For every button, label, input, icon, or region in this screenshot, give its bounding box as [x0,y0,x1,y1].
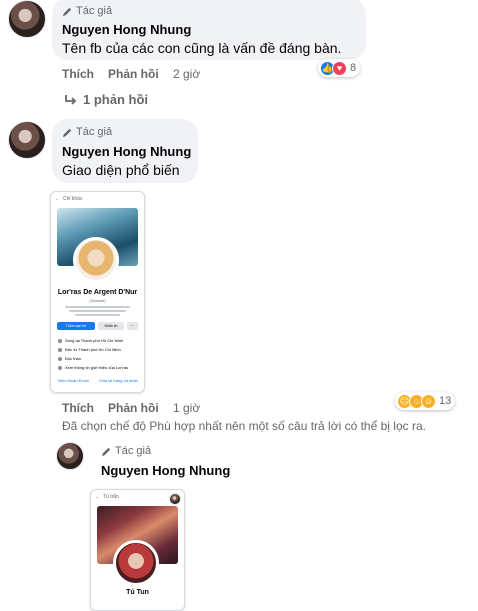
filter-notice: Đã chọn chế độ Phù hợp nhất nên một số c… [62,419,426,433]
comment-text: Tên fb của các con cũng là vấn đề đáng b… [62,40,342,56]
reaction-summary[interactable]: 👍 ♥ 8 [318,59,361,77]
reply-arrow-icon [65,94,77,105]
more-info-icon [58,365,62,370]
reaction-count: 8 [350,62,357,74]
comment-text: Giao diện phổ biến [62,162,180,178]
pen-icon [62,7,72,16]
profile-name: Tú Tun [126,589,149,596]
commenter-name[interactable]: Nguyen Hong Nhung [101,463,230,478]
reaction-count: 13 [439,395,452,407]
comment-time[interactable]: 1 giờ [173,401,200,415]
profile-picture [113,540,159,586]
info-row: Nhìn thuận Email Chia sẻ trang cá nhân [58,378,138,383]
back-arrow-icon: ← [55,196,60,202]
more-button: ··· [127,322,138,330]
love-icon: ♥ [332,60,347,76]
bio-line [65,306,130,308]
haha-icon: ☺ [421,393,436,409]
home-icon [58,338,62,343]
reaction-summary[interactable]: ☹ ○ ☺ 13 [395,392,456,410]
profile-picture [73,237,119,283]
commenter-avatar[interactable] [8,0,46,38]
info-row: Xem thông tin giới thiệu của Lor'ras [58,365,128,370]
bio-line [69,310,126,312]
like-button[interactable]: Thích [62,67,94,81]
profile-nickname: (Samuel) [89,298,106,303]
attached-image[interactable]: ← Chỉ khác Lor'ras De Argent D'Nur (Samu… [50,191,145,393]
commenter-name[interactable]: Nguyen Hong Nhung [62,22,191,37]
location-icon [58,347,62,352]
info-row: Đến từ Thành phố Hồ Chí Minh [58,347,121,352]
author-badge: Tác giả [62,126,112,138]
heart-icon [58,356,62,361]
comment-time[interactable]: 2 giờ [173,67,200,81]
back-arrow-icon: ← [95,494,100,500]
commenter-avatar[interactable] [56,442,84,470]
author-badge: Tác giả [62,5,112,17]
add-friend-button: Thêm bạn bè [57,322,95,330]
info-row: Sống tại Thành phố Hồ Chí Minh [58,338,123,343]
message-button: Nhắn tin [98,322,124,330]
profile-name: Lor'ras De Argent D'Nur [57,289,138,296]
pen-icon [62,128,72,137]
like-button[interactable]: Thích [62,401,94,415]
attachment-top-bar: ← Chỉ khác [55,196,83,202]
view-replies-link[interactable]: 1 phản hồi [64,92,148,107]
reply-button[interactable]: Phản hồi [108,401,159,415]
author-badge: Tác giả [101,445,151,457]
commenter-name[interactable]: Nguyen Hong Nhung [62,144,191,159]
pen-icon [101,447,111,456]
bio-line [75,314,120,316]
attached-image[interactable]: ← Tú trắn Tú Tun [90,489,185,611]
info-row: Độc thân [58,356,81,361]
commenter-avatar[interactable] [8,121,46,159]
reply-button[interactable]: Phản hồi [108,67,159,81]
small-avatar [169,493,181,505]
